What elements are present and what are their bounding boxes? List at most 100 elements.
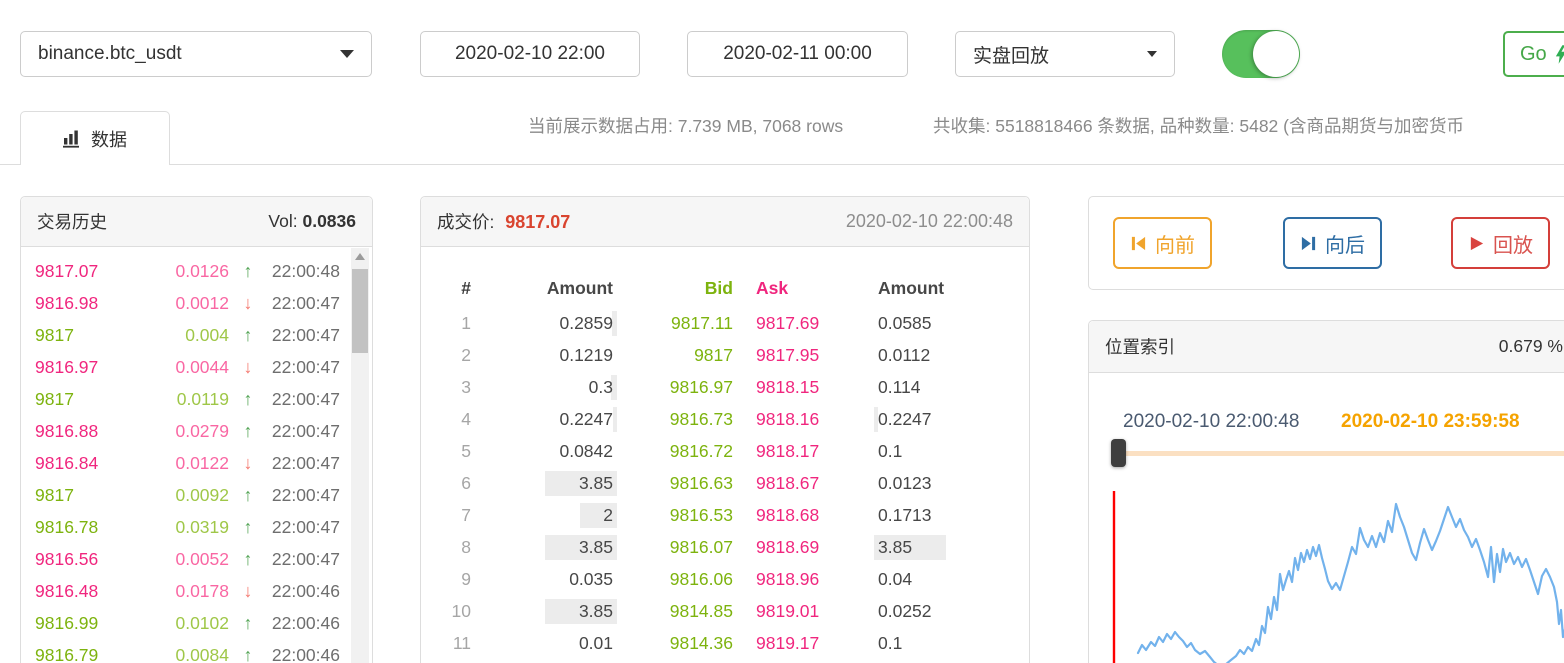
replay-toggle[interactable] [1222, 30, 1300, 78]
ask-price: 9818.15 [756, 377, 876, 398]
trade-direction-icon: ↓ [229, 453, 267, 474]
replay-label: 回放 [1493, 229, 1533, 258]
tabbar-divider [0, 164, 1564, 165]
step-backward-label: 向前 [1155, 229, 1195, 258]
ask-amount: 0.1 [878, 441, 902, 461]
ask-price: 9819.17 [756, 633, 876, 654]
ask-amount: 0.114 [878, 377, 921, 397]
trade-price: 9816.99 [21, 613, 133, 634]
book-row-index: 6 [421, 473, 471, 494]
replay-controls-card: 向前 向后 回放 [1088, 196, 1564, 290]
ask-price: 9818.69 [756, 537, 876, 558]
book-row-index: 7 [421, 505, 471, 526]
bid-price: 9816.07 [613, 537, 733, 558]
ask-amount: 3.85 [878, 537, 912, 557]
trade-direction-icon: ↑ [229, 485, 267, 506]
vol-label: Vol: [268, 211, 297, 231]
trade-history-title: 交易历史 [37, 209, 107, 234]
bid-price: 9816.63 [613, 473, 733, 494]
symbol-select[interactable]: binance.btc_usdt [20, 31, 372, 77]
trade-price: 9817 [21, 389, 133, 410]
toggle-knob [1253, 31, 1299, 77]
book-row: 7 2 9816.53 9818.68 0.1713 [421, 499, 1029, 531]
trade-row: 9816.97 0.0044 ↓ 22:00:47 [21, 351, 372, 383]
book-row-index: 8 [421, 537, 471, 558]
trade-row: 9816.56 0.0052 ↑ 22:00:47 [21, 543, 372, 575]
vol-value: 0.0836 [302, 211, 356, 231]
start-time-input[interactable] [420, 31, 640, 77]
step-forward-button[interactable]: 向后 [1283, 217, 1382, 269]
trade-row: 9817 0.004 ↑ 22:00:47 [21, 319, 372, 351]
position-index-card: 位置索引 0.679 % 2020-02-10 22:00:48 2020-02… [1088, 320, 1564, 663]
position-chart [1101, 479, 1564, 663]
book-row: 1 0.2859 9817.11 9817.69 0.0585 [421, 307, 1029, 339]
position-index-header: 位置索引 0.679 % [1089, 321, 1564, 373]
trade-price: 9817.07 [21, 261, 133, 282]
step-backward-button[interactable]: 向前 [1113, 217, 1212, 269]
trade-amount: 0.0319 [133, 517, 229, 538]
bid-amount: 0.2247 [559, 409, 613, 429]
trade-direction-icon: ↓ [229, 581, 267, 602]
ask-amount: 0.1 [878, 633, 902, 653]
trade-list-scrollbar[interactable] [351, 248, 369, 663]
price-line [1138, 504, 1564, 663]
bid-price: 9816.73 [613, 409, 733, 430]
bar-chart-icon [63, 129, 82, 148]
mode-select[interactable]: 实盘回放 [955, 31, 1175, 77]
book-row: 2 0.1219 9817 9817.95 0.0112 [421, 339, 1029, 371]
trade-amount: 0.0012 [133, 293, 229, 314]
col-bid-header: Bid [613, 278, 733, 299]
end-time-input[interactable] [687, 31, 908, 77]
trade-row: 9816.84 0.0122 ↓ 22:00:47 [21, 447, 372, 479]
trade-row: 9816.99 0.0102 ↑ 22:00:46 [21, 607, 372, 639]
scroll-up-button[interactable] [351, 248, 369, 265]
trade-direction-icon: ↑ [229, 645, 267, 663]
col-ask-amount-header: Amount [878, 278, 1028, 299]
ask-amount: 0.0585 [878, 313, 932, 333]
book-row: 4 0.2247 9816.73 9818.16 0.2247 [421, 403, 1029, 435]
position-slider-track[interactable] [1111, 451, 1564, 456]
position-slider-handle[interactable] [1111, 439, 1126, 467]
bid-amount: 3.85 [579, 537, 613, 557]
replay-button[interactable]: 回放 [1451, 217, 1550, 269]
book-row: 8 3.85 9816.07 9818.69 3.85 [421, 531, 1029, 563]
book-rows: 1 0.2859 9817.11 9817.69 0.0585 2 0.1219… [421, 307, 1029, 659]
step-forward-label: 向后 [1325, 229, 1365, 258]
order-book-timestamp: 2020-02-10 22:00:48 [846, 211, 1013, 232]
trade-history-header: 交易历史 Vol: 0.0836 [21, 197, 372, 247]
order-book-table: # Amount Bid Ask Amount 1 0.2859 9817.11… [421, 247, 1029, 659]
trade-history-vol: Vol: 0.0836 [268, 211, 356, 232]
bid-amount: 0.01 [579, 633, 613, 653]
book-row-index: 9 [421, 569, 471, 590]
order-book-header: 成交价: 9817.07 2020-02-10 22:00:48 [421, 197, 1029, 247]
trade-amount: 0.004 [133, 325, 229, 346]
scrollbar-thumb[interactable] [352, 269, 368, 353]
chevron-down-icon [340, 50, 354, 58]
trade-direction-icon: ↑ [229, 325, 267, 346]
ask-price: 9818.67 [756, 473, 876, 494]
lightning-icon [1554, 45, 1564, 64]
trade-amount: 0.0178 [133, 581, 229, 602]
last-price-value: 9817.07 [505, 212, 570, 232]
ask-price: 9818.68 [756, 505, 876, 526]
book-row-index: 4 [421, 409, 471, 430]
ask-amount: 0.2247 [878, 409, 932, 429]
bid-price: 9816.97 [613, 377, 733, 398]
trade-amount: 0.0126 [133, 261, 229, 282]
bid-amount: 0.3 [589, 377, 613, 397]
skip-previous-icon [1130, 235, 1147, 252]
ask-amount: 0.04 [878, 569, 912, 589]
range-start-time: 2020-02-10 22:00:48 [1123, 411, 1299, 433]
range-end-time: 2020-02-10 23:59:58 [1341, 411, 1520, 433]
trade-row: 9816.98 0.0012 ↓ 22:00:47 [21, 287, 372, 319]
trade-row: 9816.88 0.0279 ↑ 22:00:47 [21, 415, 372, 447]
trade-price: 9817 [21, 485, 133, 506]
col-index-header: # [421, 278, 471, 299]
go-button[interactable]: Go [1503, 31, 1564, 77]
trade-row: 9817 0.0092 ↑ 22:00:47 [21, 479, 372, 511]
bid-amount: 0.0842 [559, 441, 613, 461]
tab-data[interactable]: 数据 [20, 111, 170, 165]
trade-direction-icon: ↓ [229, 293, 267, 314]
book-row-index: 10 [421, 601, 471, 622]
bid-price: 9816.06 [613, 569, 733, 590]
